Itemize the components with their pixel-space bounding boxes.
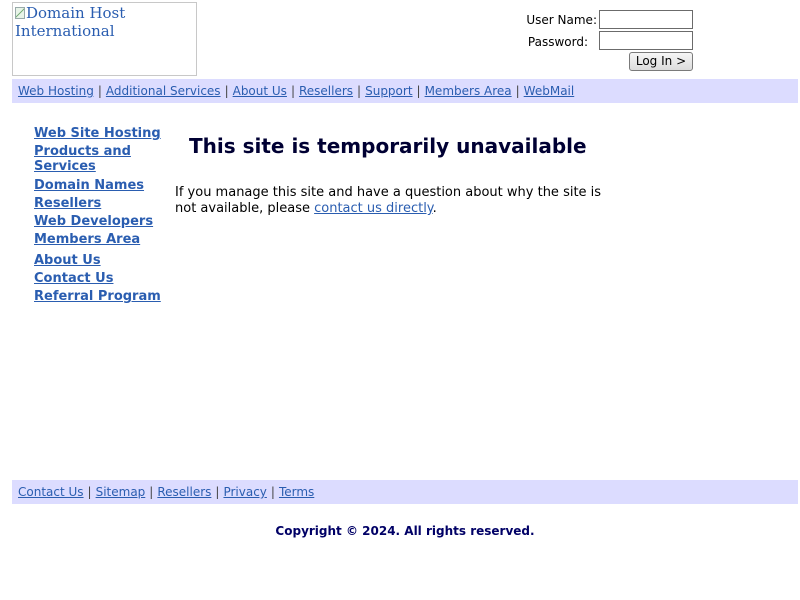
nav-separator: | <box>149 485 154 499</box>
top-nav-link-resellers[interactable]: Resellers <box>299 84 353 98</box>
contact-us-link[interactable]: contact us directly <box>314 201 433 216</box>
top-nav-bar: Web Hosting | Additional Services | About Us… <box>12 79 798 103</box>
password-label: Password: <box>527 35 588 49</box>
sidebar-link-products-and-services[interactable]: Products and Services <box>34 144 164 174</box>
sidebar-link-referral-program[interactable]: Referral Program <box>34 289 164 304</box>
nav-separator: | <box>515 84 520 98</box>
footer-nav-bar: Contact Us | Sitemap | Resellers | Privacy | Ter… <box>12 480 798 504</box>
nav-separator: | <box>270 485 275 499</box>
nav-separator: | <box>357 84 362 98</box>
sidebar-link-web-site-hosting[interactable]: Web Site Hosting <box>34 126 164 141</box>
footer-nav-link-sitemap[interactable]: Sitemap <box>96 485 146 499</box>
footer-nav-link-terms[interactable]: Terms <box>279 485 314 499</box>
nav-separator: | <box>87 485 92 499</box>
footer-nav-link-contact-us[interactable]: Contact Us <box>18 485 84 499</box>
nav-separator: | <box>97 84 102 98</box>
nav-separator: | <box>290 84 295 98</box>
sidebar-link-resellers[interactable]: Resellers <box>34 196 164 211</box>
username-input[interactable] <box>599 10 693 29</box>
broken-image-icon <box>15 7 25 19</box>
message-end: . <box>432 201 437 216</box>
sidebar-link-members-area[interactable]: Members Area <box>34 232 164 247</box>
nav-separator: | <box>224 84 229 98</box>
page-title: This site is temporarily unavailable <box>189 134 587 158</box>
logo-image[interactable]: Domain Host International <box>12 2 197 76</box>
sidebar-link-domain-names[interactable]: Domain Names <box>34 178 164 193</box>
top-nav-link-additional-services[interactable]: Additional Services <box>106 84 221 98</box>
sidebar-link-web-developers[interactable]: Web Developers <box>34 214 164 229</box>
logo-alt-text: Domain Host International <box>15 4 126 40</box>
unavailable-message: If you manage this site and have a quest… <box>175 185 615 217</box>
top-nav-link-webmail[interactable]: WebMail <box>524 84 575 98</box>
footer-nav-link-resellers[interactable]: Resellers <box>157 485 211 499</box>
login-button[interactable]: Log In > <box>629 52 693 71</box>
username-label: User Name: <box>526 13 597 27</box>
nav-separator: | <box>215 485 220 499</box>
sidebar-link-contact-us[interactable]: Contact Us <box>34 271 164 286</box>
top-nav-link-support[interactable]: Support <box>365 84 412 98</box>
sidebar-link-about-us[interactable]: About Us <box>34 253 164 268</box>
copyright-text: Copyright © 2024. All rights reserved. <box>275 524 535 538</box>
top-nav-link-web-hosting[interactable]: Web Hosting <box>18 84 94 98</box>
nav-separator: | <box>416 84 421 98</box>
top-nav-link-about-us[interactable]: About Us <box>233 84 287 98</box>
password-input[interactable] <box>599 31 693 50</box>
top-nav-link-members-area[interactable]: Members Area <box>425 84 512 98</box>
footer-nav-link-privacy[interactable]: Privacy <box>223 485 266 499</box>
